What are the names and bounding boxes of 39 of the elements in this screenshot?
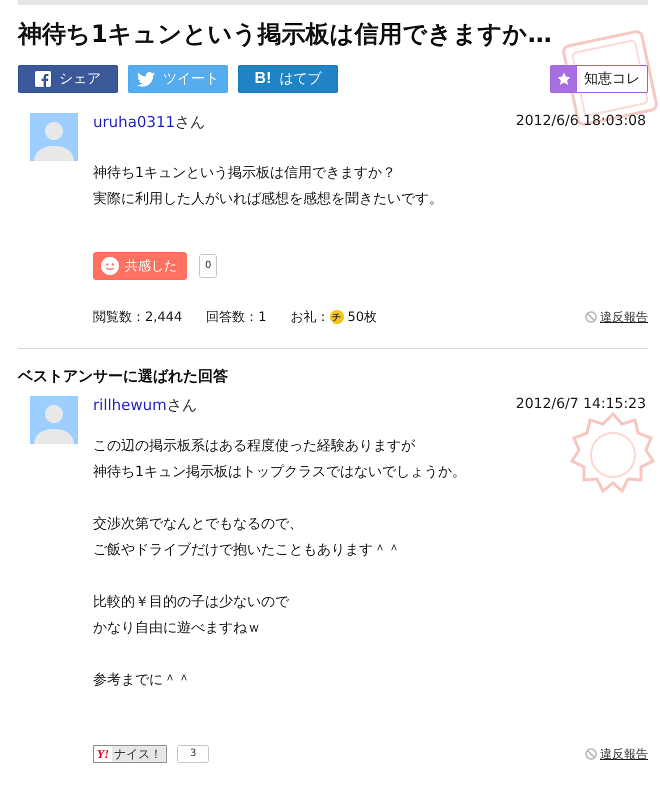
answer-text: この辺の掲示板系はある程度使った経験ありますが xyxy=(93,437,415,456)
report-link[interactable]: 違反報告 xyxy=(585,746,648,763)
prohibited-icon xyxy=(585,311,597,324)
stat-text: 閲覧数：2,444 xyxy=(93,309,182,326)
collection-label: 知恵コレ xyxy=(583,70,641,90)
smiley-icon xyxy=(101,257,119,276)
report-link[interactable]: 違反報告 xyxy=(585,308,648,326)
answer-text: 参考までに＾＾ xyxy=(93,671,191,690)
nice-button[interactable]: Y! ナイス！ xyxy=(93,745,167,764)
answer-text: 比較的￥目的の子は少ないので xyxy=(93,593,289,612)
question-text: 実際に利用した人がいれば感想を感想を聞きたいです。 xyxy=(93,190,443,210)
best-answer-heading: ベストアンサーに選ばれた回答 xyxy=(18,367,229,386)
coin-icon: チ xyxy=(330,310,344,324)
username: uruha0311さん xyxy=(93,113,206,132)
prohibited-icon xyxy=(585,748,597,760)
username-link[interactable]: rillhewum xyxy=(93,396,167,414)
nice-count: 3 xyxy=(177,745,210,764)
question-title: 神待ち1キュンという掲示板は信用できますか… xyxy=(18,19,553,50)
answer-text: 神待ち1キュン掲示板はトップクラスではないでしょうか。 xyxy=(93,463,466,482)
username-link[interactable]: uruha0311 xyxy=(93,113,176,132)
answer-text: かなり自由に遊べますねｗ xyxy=(93,619,261,638)
bird-icon xyxy=(137,72,155,87)
share-button[interactable]: シェア xyxy=(18,65,118,94)
yahoo-logo: Y! xyxy=(94,746,112,762)
username: rillhewum さん xyxy=(93,396,197,416)
avatar-icon xyxy=(30,396,78,444)
facebook-icon xyxy=(35,71,51,88)
question-text: 神待ち1キュンという掲示板は信用できますか？ xyxy=(93,164,396,184)
avatar-icon xyxy=(30,113,78,162)
stat-text: 回答数：1 xyxy=(206,309,266,326)
post-date: 2012/6/6 18:03:08 xyxy=(516,113,647,132)
collection-button[interactable]: 知恵コレ xyxy=(550,65,648,94)
hatena-logo: B! xyxy=(254,70,272,88)
answer-text: 交渉次第でなんとでもなるので、 xyxy=(93,515,303,534)
stat-text: お礼： チ 50枚 xyxy=(290,309,378,326)
answer-text: ご飯やドライブだけで抱いたこともあります＾＾ xyxy=(93,541,401,560)
bookmark-button[interactable]: B! はてブ xyxy=(238,65,338,94)
empathy-count: 0 xyxy=(199,254,218,278)
post-date: 2012/6/7 14:15:23 xyxy=(516,396,647,414)
